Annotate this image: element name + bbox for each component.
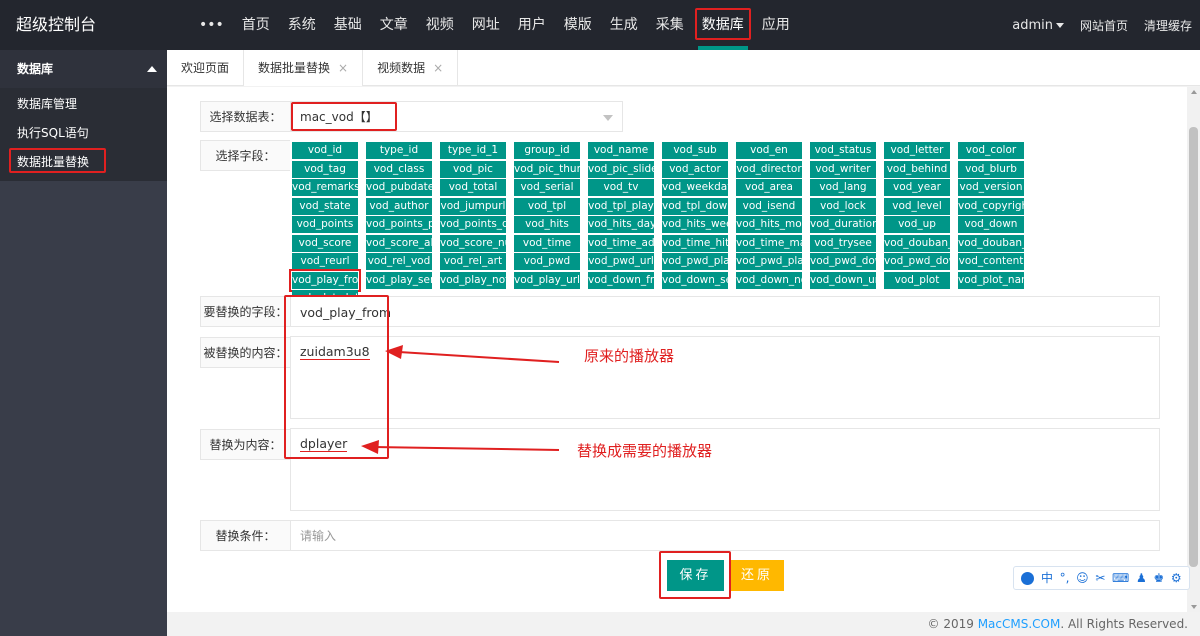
ime-punct-icon[interactable]: °,: [1060, 572, 1070, 584]
footer: © 2019 MacCMS.COM. All Rights Reserved.: [167, 612, 1200, 636]
user-name: admin: [1012, 17, 1053, 33]
ime-keyboard-icon[interactable]: ⌨: [1112, 572, 1129, 584]
nav-more[interactable]: •••: [190, 0, 233, 50]
ime-logo-icon[interactable]: [1021, 571, 1035, 585]
main-content: 选择数据表： mac_vod【】 选择字段： vod_id type_id type…: [167, 87, 1200, 612]
annotation-box: [694, 8, 751, 40]
sidebar-group-header[interactable]: 数据库: [0, 50, 167, 88]
clear-cache-link[interactable]: 清理缓存: [1136, 17, 1200, 34]
chevron-down-icon: [1055, 22, 1064, 28]
close-icon[interactable]: ×: [433, 61, 443, 75]
ime-scissors-icon[interactable]: ✂: [1095, 572, 1105, 584]
close-icon[interactable]: ×: [338, 61, 348, 75]
footer-prefix: © 2019: [927, 617, 978, 631]
brand-title[interactable]: 超级控制台: [16, 0, 96, 50]
arrow-head-icon: [361, 440, 379, 454]
chevron-up-icon: [147, 66, 157, 72]
tab-video-data[interactable]: 视频数据 ×: [363, 50, 459, 86]
nav-item-system[interactable]: 系统: [279, 0, 325, 50]
user-menu[interactable]: admin: [1004, 18, 1072, 33]
nav-item-apps[interactable]: 应用: [753, 0, 799, 50]
arrow-line: [374, 446, 560, 451]
ime-toolbar: 中 °, ☺ ✂ ⌨ ♟ ♚ ⚙: [1013, 566, 1190, 590]
sidebar-group-title: 数据库: [17, 62, 54, 76]
tab-label: 视频数据: [377, 61, 426, 75]
top-header: 超级控制台 ••• 首页 系统 基础 文章 视频 网址 用户 模版 生成 采集 …: [0, 0, 1200, 50]
sidebar-list: 数据库管理 执行SQL语句 数据批量替换: [0, 88, 167, 181]
tab-label: 数据批量替换: [258, 61, 331, 75]
tab-welcome[interactable]: 欢迎页面: [167, 50, 245, 86]
sidebar-item-db-manage[interactable]: 数据库管理: [0, 90, 167, 119]
top-nav: ••• 首页 系统 基础 文章 视频 网址 用户 模版 生成 采集 数据库 应用: [190, 0, 799, 50]
nav-item-video[interactable]: 视频: [417, 0, 463, 50]
tab-bar: 欢迎页面 数据批量替换 × 视频数据 ×: [167, 50, 1200, 86]
site-home-link[interactable]: 网站首页: [1072, 17, 1136, 34]
nav-item-database[interactable]: 数据库: [693, 0, 753, 50]
nav-item-generate[interactable]: 生成: [601, 0, 647, 50]
ime-emoji-icon[interactable]: ☺: [1076, 572, 1089, 584]
nav-item-template[interactable]: 模版: [555, 0, 601, 50]
nav-item-user[interactable]: 用户: [509, 0, 555, 50]
annotation-box: [9, 148, 106, 173]
sidebar: 数据库 数据库管理 执行SQL语句 数据批量替换: [0, 50, 167, 636]
tab-label: 欢迎页面: [181, 61, 230, 75]
footer-suffix: . All Rights Reserved.: [1060, 617, 1188, 631]
ime-skin-icon[interactable]: ♚: [1153, 572, 1164, 584]
nav-item-article[interactable]: 文章: [371, 0, 417, 50]
annotation-new-player: 替换成需要的播放器: [577, 442, 713, 460]
nav-item-home[interactable]: 首页: [233, 0, 279, 50]
nav-item-basic[interactable]: 基础: [325, 0, 371, 50]
ime-chinese-icon[interactable]: 中: [1041, 572, 1053, 584]
sidebar-item-batch-replace[interactable]: 数据批量替换: [0, 148, 167, 177]
annotation-original-player: 原来的播放器: [584, 347, 675, 365]
ime-settings-icon[interactable]: ⚙: [1171, 572, 1182, 584]
nav-item-url[interactable]: 网址: [463, 0, 509, 50]
arrow-head-icon: [385, 345, 403, 359]
top-right-menu: admin 网站首页 清理缓存: [1004, 0, 1200, 50]
tab-batch-replace[interactable]: 数据批量替换 ×: [244, 50, 364, 86]
sidebar-item-sql[interactable]: 执行SQL语句: [0, 119, 167, 148]
footer-link[interactable]: MacCMS.COM: [978, 617, 1061, 631]
arrow-line: [398, 351, 560, 363]
ime-user-icon[interactable]: ♟: [1136, 572, 1147, 584]
nav-item-collect[interactable]: 采集: [647, 0, 693, 50]
annotation-arrows: [361, 345, 560, 454]
